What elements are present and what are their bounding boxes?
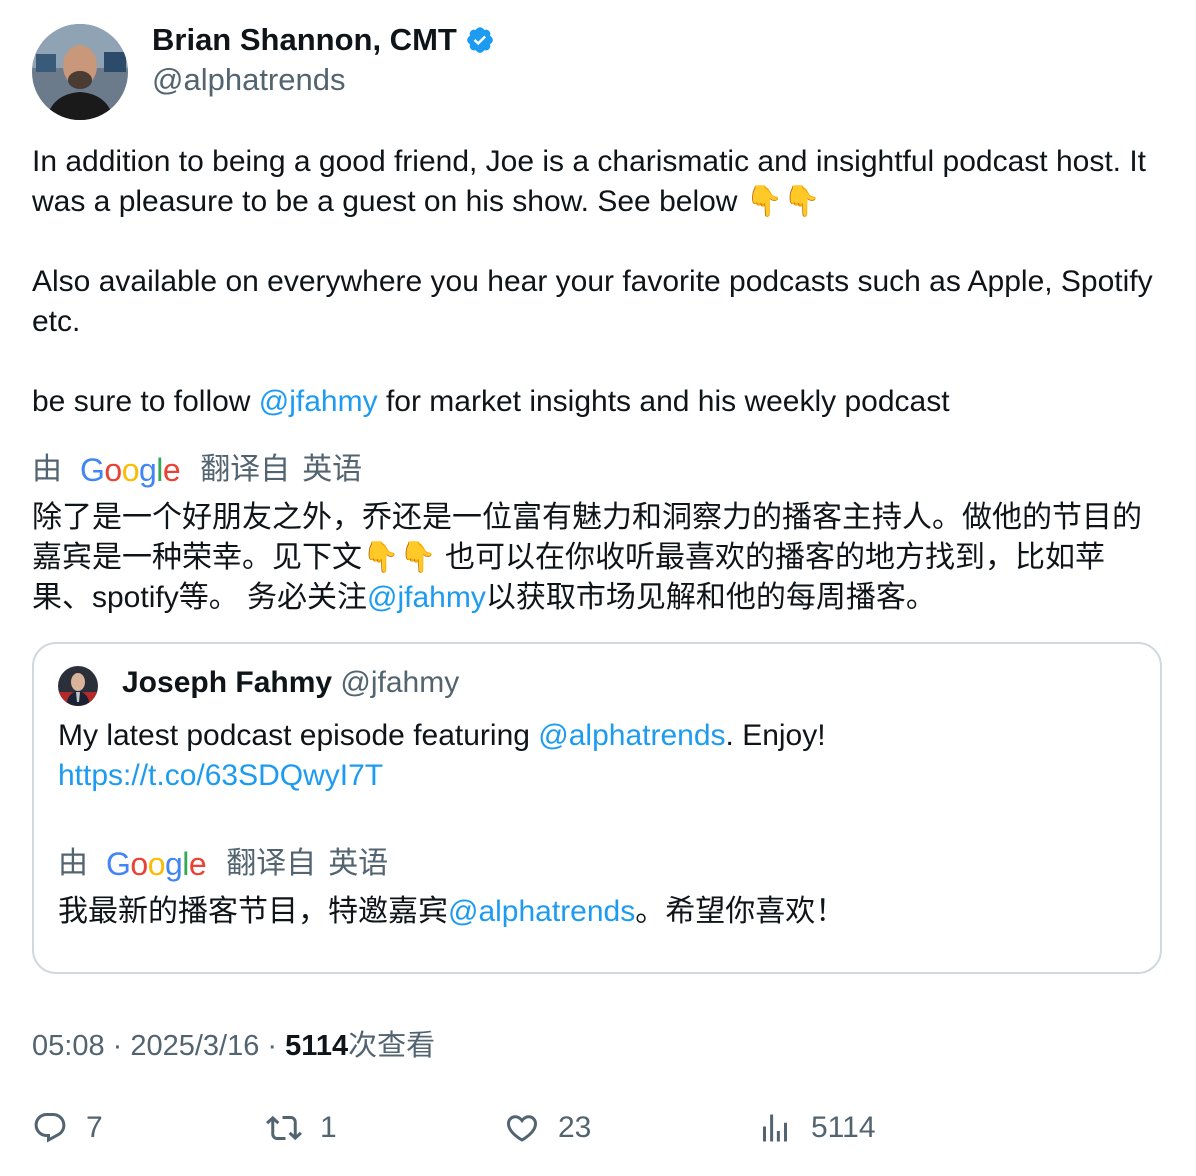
translated-from-label: 翻译自 — [226, 847, 317, 880]
tweet-date[interactable]: 2025/3/16 — [130, 1030, 259, 1062]
translation-text: 。希望你喜欢！ — [635, 895, 846, 928]
quoted-author-name: Joseph Fahmy — [122, 666, 333, 699]
author-name[interactable]: Brian Shannon, CMT — [152, 22, 495, 58]
quoted-tweet-card[interactable]: Joseph Fahmy @jfahmy My latest podcast e… — [32, 642, 1162, 974]
mention-link[interactable]: @alphatrends — [538, 719, 725, 752]
tweet-translation: 除了是一个好朋友之外，乔还是一位富有魅力和洞察力的播客主持人。做他的节目的嘉宾是… — [32, 498, 1164, 618]
mention-link[interactable]: @jfahmy — [367, 581, 486, 614]
views-count: 5114 — [811, 1111, 876, 1144]
translation-text: 以获取市场见解和他的每周播客。 — [485, 581, 936, 614]
author-name-text: Brian Shannon, CMT — [152, 22, 457, 57]
quoted-tweet-text: My latest podcast episode featuring @alp… — [58, 716, 1138, 932]
views-button[interactable]: 5114 — [757, 1110, 876, 1146]
tweet-paragraph-3: be sure to follow @jfahmy for market ins… — [32, 382, 1164, 422]
tweet-meta: 05:08 · 2025/3/16 · 5114次查看 — [32, 1022, 435, 1064]
tweet-text-span: for market insights and his weekly podca… — [377, 385, 950, 418]
translation-by-label: 由 — [58, 847, 88, 880]
like-count: 23 — [558, 1111, 592, 1144]
tweet-paragraph-1: In addition to being a good friend, Joe … — [32, 145, 1147, 218]
translation-text: 我最新的播客节目，特邀嘉宾 — [58, 895, 448, 928]
mention-link[interactable]: @alphatrends — [448, 895, 635, 928]
translated-from-label: 翻译自 — [200, 453, 291, 486]
translation-by-label: 由 — [32, 453, 62, 486]
reply-icon — [34, 1113, 66, 1143]
author-avatar[interactable] — [32, 24, 128, 120]
tweet-text-span: be sure to follow — [32, 385, 259, 418]
google-logo-icon: Google — [106, 846, 207, 882]
google-translation-bar: 由 Google 翻译自 英语 — [32, 450, 1164, 490]
analytics-icon — [763, 1114, 787, 1142]
view-count: 5114 — [285, 1030, 349, 1062]
view-count-label: 次查看 — [348, 1030, 436, 1062]
reply-count: 7 — [86, 1111, 103, 1144]
quoted-text-line: My latest podcast episode featuring @alp… — [58, 716, 1138, 756]
meta-separator: · — [259, 1030, 286, 1062]
quoted-author-avatar — [58, 666, 98, 706]
quoted-author: Joseph Fahmy @jfahmy — [122, 666, 459, 700]
tco-link[interactable]: https://t.co/63SDQwyI7T — [58, 756, 1138, 796]
author-handle[interactable]: @alphatrends — [152, 62, 345, 98]
mention-link[interactable]: @jfahmy — [259, 385, 378, 418]
quoted-translation: 我最新的播客节目，特邀嘉宾@alphatrends。希望你喜欢！ — [58, 892, 1138, 932]
avatar-photo-icon — [32, 24, 128, 120]
like-button[interactable]: 23 — [504, 1110, 591, 1146]
meta-separator: · — [104, 1030, 131, 1062]
quoted-text-span: . Enjoy! — [725, 719, 826, 752]
quoted-author-handle: @jfahmy — [340, 666, 460, 699]
source-language: 英语 — [328, 847, 389, 880]
avatar-photo-icon — [58, 666, 98, 706]
tweet-paragraph-2: Also available on everywhere you hear yo… — [32, 265, 1153, 338]
retweet-icon — [266, 1115, 302, 1141]
retweet-button[interactable]: 1 — [266, 1110, 337, 1146]
source-language: 英语 — [302, 453, 363, 486]
retweet-count: 1 — [320, 1111, 337, 1144]
google-logo-icon: Google — [80, 452, 181, 488]
tweet-time[interactable]: 05:08 — [32, 1030, 105, 1062]
tweet-text: In addition to being a good friend, Joe … — [32, 142, 1164, 618]
heart-icon — [506, 1115, 538, 1142]
google-translation-bar: 由 Google 翻译自 英语 — [58, 844, 1138, 884]
reply-button[interactable]: 7 — [32, 1110, 103, 1146]
quoted-text-span: My latest podcast episode featuring — [58, 719, 539, 752]
verified-badge-icon — [467, 27, 493, 53]
